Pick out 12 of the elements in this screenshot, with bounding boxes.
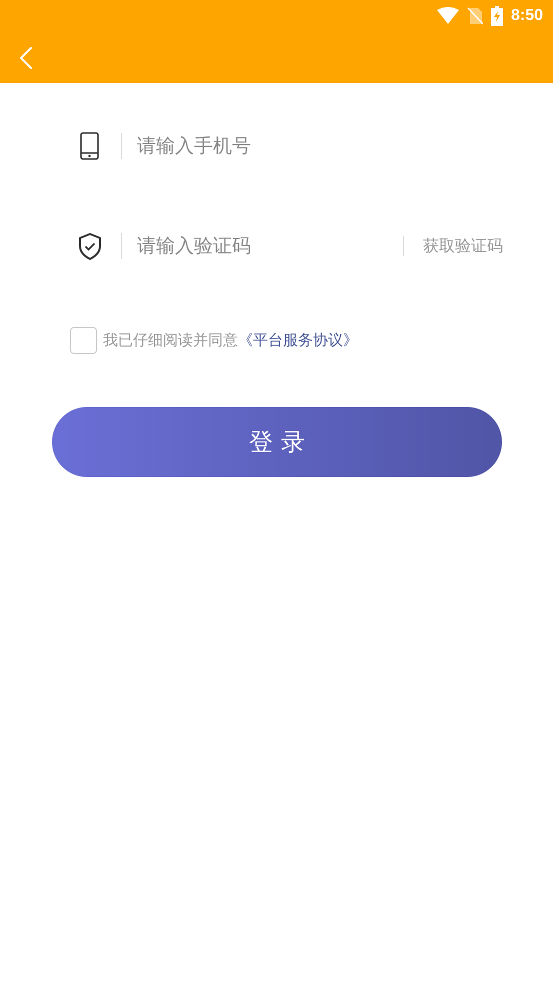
battery-charging-icon: [490, 6, 503, 26]
phone-icon: [80, 132, 99, 160]
status-time: 8:50: [510, 7, 543, 25]
agree-checkbox[interactable]: [70, 326, 97, 354]
service-agreement-link[interactable]: 《平台服务协议》: [238, 330, 358, 348]
no-sim-icon: [466, 7, 483, 25]
login-button[interactable]: 登 录: [52, 407, 502, 477]
agreement-text: 我已仔细阅读并同意《平台服务协议》: [103, 330, 358, 350]
wifi-icon: [436, 7, 459, 25]
back-icon: [19, 46, 33, 70]
get-code-button[interactable]: 获取验证码: [403, 236, 503, 256]
shield-check-icon: [78, 232, 102, 260]
